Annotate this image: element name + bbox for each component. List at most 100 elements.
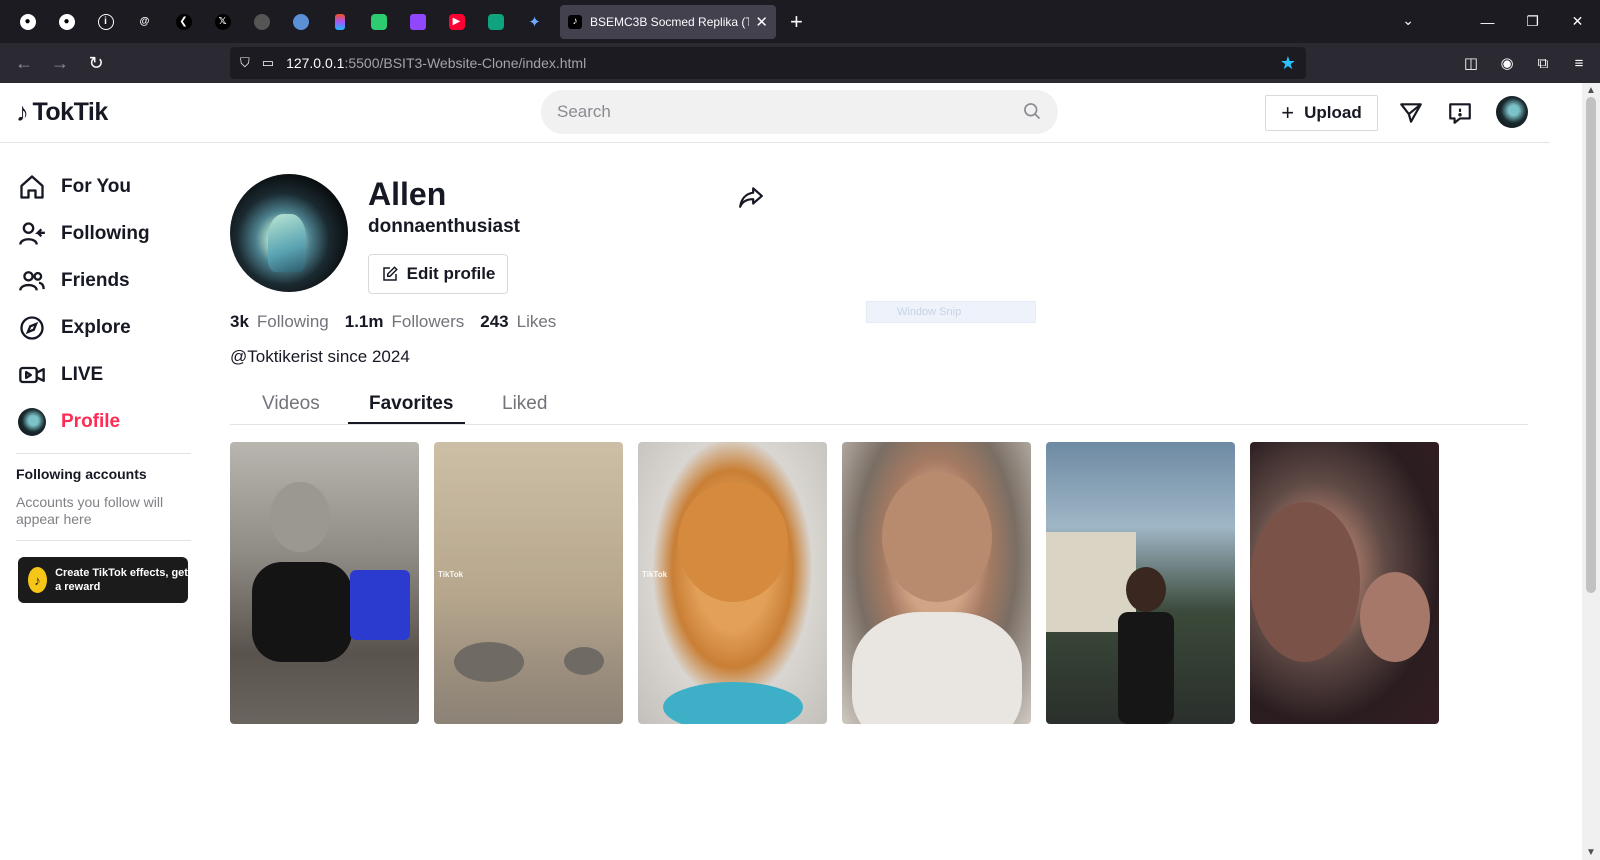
avatar [18, 407, 46, 436]
tab-liked[interactable]: Liked [502, 393, 547, 415]
sidebar-item-label: For You [61, 175, 132, 197]
sidebar-item-label: Following [61, 222, 150, 244]
following-label[interactable]: Following [257, 312, 329, 332]
sidebar-item-profile[interactable]: Profile [16, 398, 191, 445]
circle-icon [253, 13, 270, 30]
edit-profile-button[interactable]: Edit profile [368, 254, 508, 294]
page-icon[interactable]: ▭ [262, 55, 274, 71]
friends-icon [19, 270, 45, 291]
pocket-icon[interactable]: ◫ [1460, 54, 1482, 72]
menu-icon[interactable]: ≡ [1568, 55, 1590, 72]
toolbar-right: ◫ ◉ ⧉ ≡ [1460, 43, 1590, 83]
minimize-icon[interactable]: — [1465, 14, 1510, 30]
scroll-up-icon[interactable]: ▲ [1586, 85, 1596, 96]
at-icon: @ [139, 16, 150, 27]
page-scrollbar[interactable]: ▲ ▼ [1582, 83, 1600, 860]
pinned-tab[interactable]: ✦ [515, 0, 554, 43]
messages-icon[interactable] [1447, 100, 1473, 126]
account-icon[interactable]: ◉ [1496, 54, 1518, 72]
following-count[interactable]: 3k [230, 312, 249, 332]
scroll-down-icon[interactable]: ▼ [1586, 847, 1596, 858]
close-window-icon[interactable]: ✕ [1555, 13, 1600, 30]
tab-favorites[interactable]: Favorites [369, 393, 453, 415]
list-all-tabs-icon[interactable]: ⌄ [1402, 12, 1414, 29]
effects-banner[interactable]: ♪ Create TikTok effects, get a reward [18, 557, 188, 603]
upload-label: Upload [1304, 103, 1362, 122]
active-tab[interactable]: ♪ BSEMC3B Socmed Replika (Tokt ✕ [560, 4, 776, 39]
header-avatar[interactable] [1496, 96, 1528, 128]
edit-icon [382, 266, 398, 281]
pinned-tab[interactable] [281, 0, 320, 43]
sidebar-item-friends[interactable]: Friends [16, 257, 191, 304]
pinned-tab[interactable]: i [86, 0, 125, 43]
search-input[interactable] [557, 102, 997, 122]
url-path: :5500/BSIT3-Website-Clone/index.html [344, 55, 587, 71]
pinned-tab[interactable]: ❮ [164, 0, 203, 43]
inbox-send-icon[interactable] [1398, 100, 1424, 126]
tiktok-watermark: TikTok [642, 570, 668, 579]
sidebar-item-explore[interactable]: Explore [16, 304, 191, 351]
pinned-tab[interactable]: ● [47, 0, 86, 43]
share-icon[interactable] [738, 184, 764, 210]
sidebar-divider [16, 540, 191, 541]
bookmark-star-icon[interactable]: ★ [1280, 53, 1296, 74]
video-thumbnail[interactable]: TikTok [434, 442, 623, 724]
close-tab-icon[interactable]: ✕ [755, 13, 768, 31]
search-icon[interactable] [1022, 101, 1042, 121]
face [882, 472, 992, 602]
github-icon: ● [19, 13, 36, 30]
pinned-tab[interactable] [320, 0, 359, 43]
video-thumbnail[interactable] [1046, 442, 1235, 724]
shirt [852, 612, 1022, 724]
sidebar-item-for-you[interactable]: For You [16, 163, 191, 210]
sidebar-divider [16, 453, 191, 454]
profile-avatar[interactable] [230, 174, 348, 292]
restore-icon[interactable]: ❐ [1510, 13, 1555, 30]
pinned-tab[interactable]: 𝕏 [203, 0, 242, 43]
profile-username: donnaenthusiast [368, 216, 521, 237]
video-thumbnail[interactable]: TikTok [638, 442, 827, 724]
profile-bio: @Toktikerist since 2024 [230, 347, 410, 366]
video-thumbnail[interactable] [230, 442, 419, 724]
tab-videos[interactable]: Videos [262, 393, 320, 415]
pinned-tab[interactable]: @ [125, 0, 164, 43]
new-tab-button[interactable]: + [790, 10, 803, 33]
video-thumbnail[interactable] [1250, 442, 1439, 724]
pinned-tab[interactable]: ▶ [437, 0, 476, 43]
window-snip-overlay: Window Snip [866, 301, 1036, 323]
upload-button[interactable]: + Upload [1265, 95, 1378, 131]
extensions-icon[interactable]: ⧉ [1532, 55, 1554, 72]
pinned-tab[interactable] [359, 0, 398, 43]
coin-icon: ♪ [28, 567, 48, 593]
figma-icon [334, 13, 345, 30]
info-icon: i [97, 13, 114, 30]
logo[interactable]: ♪ TokTik [16, 97, 108, 128]
scroll-thumb[interactable] [1586, 97, 1596, 593]
back-icon[interactable]: ← [6, 45, 42, 81]
pinned-tab[interactable] [476, 0, 515, 43]
video-grid: TikTok TikTok [230, 442, 1439, 724]
pinned-tab[interactable] [398, 0, 437, 43]
followers-count[interactable]: 1.1m [345, 312, 384, 332]
tab-title: BSEMC3B Socmed Replika (Tokt [590, 14, 750, 29]
browser-navbar: ← → ↻ ⛉ ▭ 127.0.0.1:5500/BSIT3-Website-C… [0, 43, 1600, 83]
url-bar[interactable]: ⛉ ▭ 127.0.0.1:5500/BSIT3-Website-Clone/i… [230, 47, 1306, 79]
pinned-tab[interactable]: ● [8, 0, 47, 43]
profile-name: Allen [368, 176, 447, 212]
reload-icon[interactable]: ↻ [78, 45, 114, 81]
url-host: 127.0.0.1 [286, 55, 345, 71]
shield-icon[interactable]: ⛉ [240, 55, 250, 71]
forward-icon[interactable]: → [42, 45, 78, 81]
effects-text: Create TikTok effects, get a reward [55, 567, 188, 593]
sidebar-item-live[interactable]: LIVE [16, 351, 191, 398]
page: ♪ TokTik + Upload ▲ ▼ For You Following [0, 83, 1600, 860]
followers-label[interactable]: Followers [391, 312, 464, 332]
video-thumbnail[interactable] [842, 442, 1031, 724]
browser-tabbar: ● ● i @ ❮ 𝕏 ▶ ✦ ♪ BSEMC3B Socmed Replika… [0, 0, 1600, 43]
github-icon: ● [58, 13, 75, 30]
active-tab-underline [348, 422, 465, 424]
sidebar: For You Following Friends Explore LIVE P… [16, 143, 191, 603]
sidebar-item-following[interactable]: Following [16, 210, 191, 257]
pinned-tab[interactable] [242, 0, 281, 43]
